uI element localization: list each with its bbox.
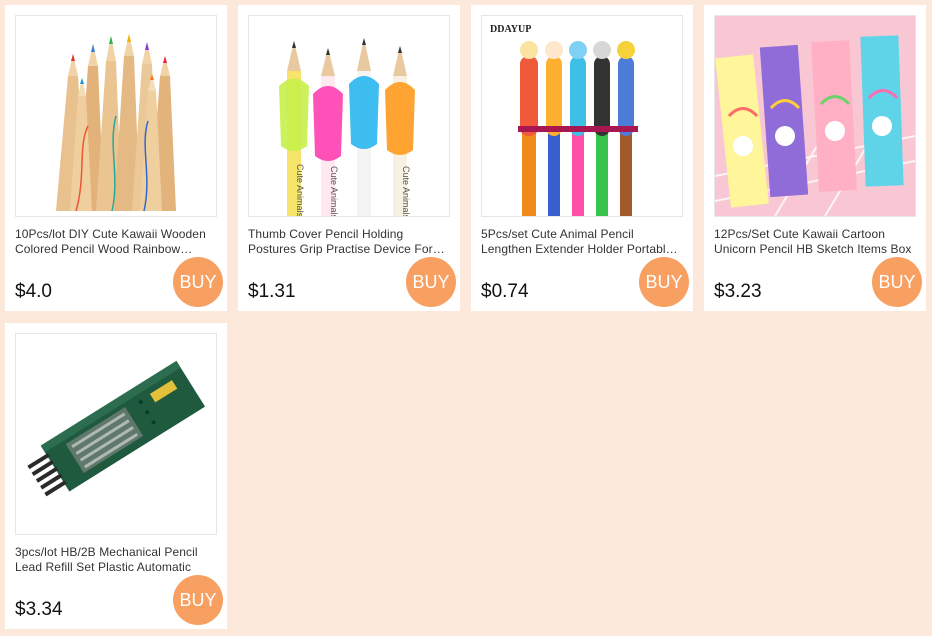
- buy-button[interactable]: BUY: [406, 257, 456, 307]
- buy-button[interactable]: BUY: [872, 257, 922, 307]
- product-image-unicorn-pencil-boxes[interactable]: [714, 15, 916, 217]
- product-image-pencil-lead-refill[interactable]: [15, 333, 217, 535]
- svg-text:Cute Animals: Cute Animals: [401, 166, 411, 216]
- product-price: $3.23: [714, 281, 762, 302]
- buy-button[interactable]: BUY: [173, 257, 223, 307]
- product-card[interactable]: 12Pcs/Set Cute Kawaii Cartoon Unicorn Pe…: [704, 5, 926, 311]
- buy-button[interactable]: BUY: [173, 575, 223, 625]
- product-title[interactable]: 3pcs/lot HB/2B Mechanical Pencil Lead Re…: [15, 545, 213, 575]
- product-title[interactable]: 12Pcs/Set Cute Kawaii Cartoon Unicorn Pe…: [714, 227, 912, 257]
- product-card[interactable]: 10Pcs/lot DIY Cute Kawaii Wooden Colored…: [5, 5, 227, 311]
- product-price: $4.0: [15, 281, 52, 302]
- product-image-pencil-grips[interactable]: Cute Animals Cute Animals Cute Animals: [248, 15, 450, 217]
- svg-text:Cute Animals: Cute Animals: [329, 166, 339, 216]
- product-price: $0.74: [481, 281, 529, 302]
- product-price: $1.31: [248, 281, 296, 302]
- product-price: $3.34: [15, 599, 63, 620]
- product-image-pencil-extenders[interactable]: DDAYUP: [481, 15, 683, 217]
- product-title[interactable]: 10Pcs/lot DIY Cute Kawaii Wooden Colored…: [15, 227, 213, 257]
- buy-button[interactable]: BUY: [639, 257, 689, 307]
- product-image-colored-pencils[interactable]: [15, 15, 217, 217]
- product-card[interactable]: 3pcs/lot HB/2B Mechanical Pencil Lead Re…: [5, 323, 227, 629]
- product-card[interactable]: DDAYUP 5Pcs/set Cute Animal Pencil Lengt…: [471, 5, 693, 311]
- product-title[interactable]: 5Pcs/set Cute Animal Pencil Lengthen Ext…: [481, 227, 679, 257]
- pencil-imprint-text: Cute Animals: [295, 164, 305, 216]
- brand-watermark: DDAYUP: [490, 24, 531, 35]
- product-title[interactable]: Thumb Cover Pencil Holding Postures Grip…: [248, 227, 446, 257]
- product-card[interactable]: Cute Animals Cute Animals Cute Animals T…: [238, 5, 460, 311]
